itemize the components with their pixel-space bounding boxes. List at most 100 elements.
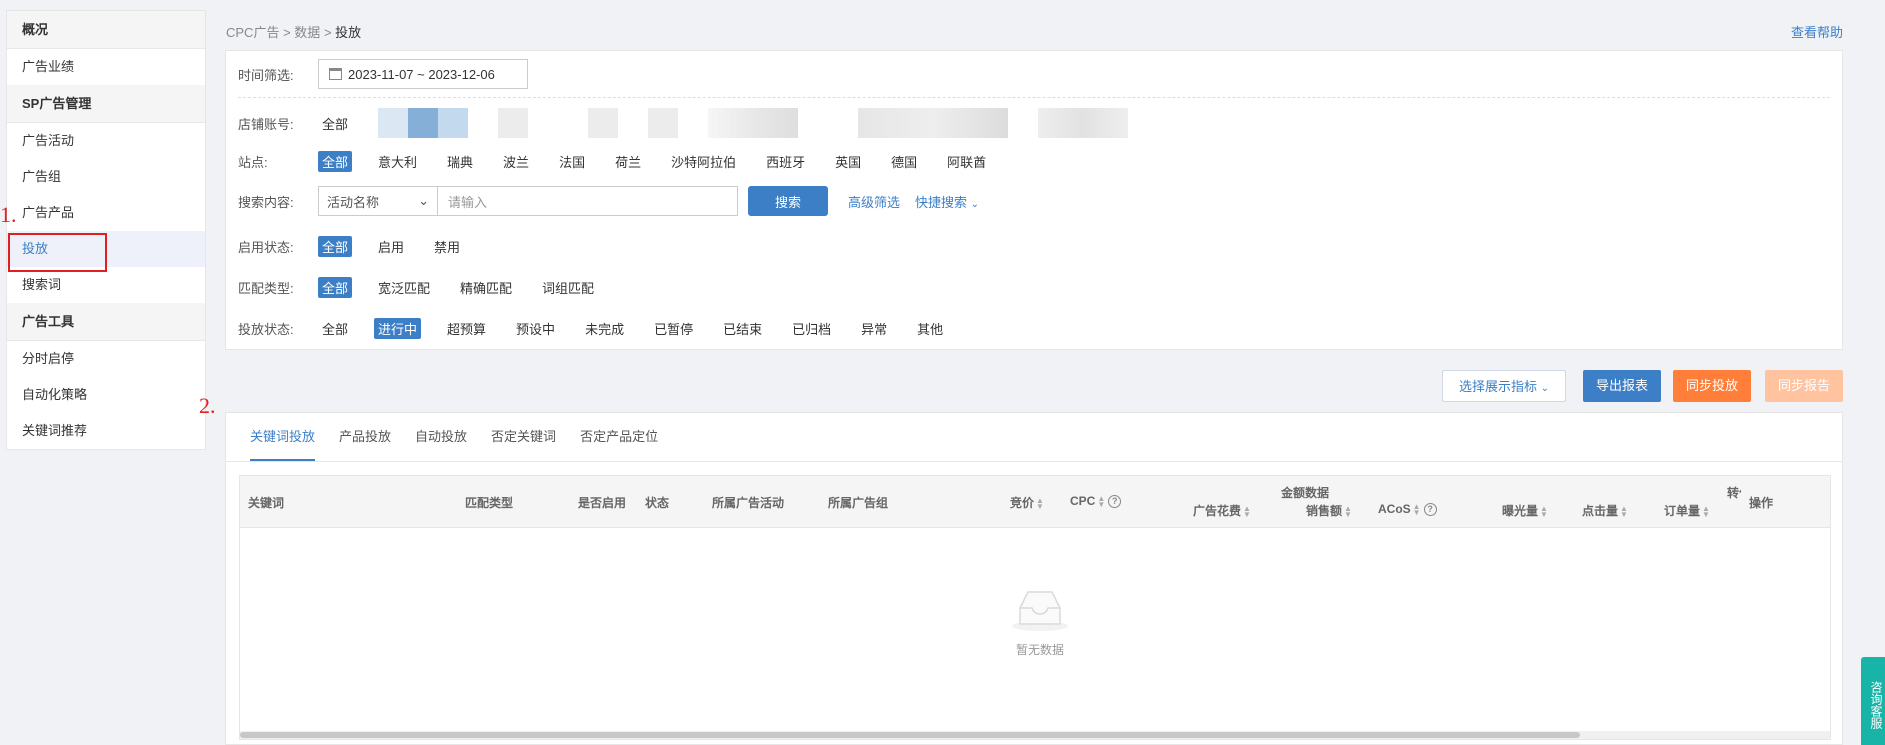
sync-report-button[interactable]: 同步报告 (1765, 370, 1843, 402)
col-sales-label: 销售额 (1306, 504, 1343, 518)
sidebar-item-keyword-recommend[interactable]: 关键词推荐 (7, 413, 205, 449)
help-icon[interactable]: ? (1108, 495, 1122, 509)
status-option-running[interactable]: 进行中 (374, 318, 422, 339)
status-option-ended[interactable]: 已结束 (719, 318, 766, 339)
tab-negative-keywords[interactable]: 否定关键词 (491, 413, 556, 461)
date-range-picker[interactable]: 2023-11-07 ~ 2023-12-06 (318, 59, 528, 89)
scrollbar-thumb[interactable] (240, 732, 1580, 738)
status-option-incomplete[interactable]: 未完成 (581, 318, 628, 339)
store-account-redacted[interactable] (498, 108, 529, 138)
sync-targeting-button[interactable]: 同步投放 (1673, 370, 1751, 402)
status-option-archived[interactable]: 已归档 (788, 318, 835, 339)
match-option-all[interactable]: 全部 (318, 277, 353, 298)
sidebar-item-ad-groups[interactable]: 广告组 (7, 159, 205, 195)
site-option-sweden[interactable]: 瑞典 (443, 151, 477, 172)
store-account-redacted[interactable] (408, 108, 439, 138)
site-option-all[interactable]: 全部 (318, 151, 353, 172)
store-account-redacted[interactable] (858, 108, 1009, 138)
export-report-button[interactable]: 导出报表 (1583, 370, 1661, 402)
sort-icon: ▲ ▼ (1620, 503, 1628, 519)
col-acos[interactable]: ACoS ▲ ▼? (1378, 502, 1437, 517)
store-account-redacted[interactable] (648, 108, 679, 138)
col-cpc[interactable]: CPC ▲ ▼? (1070, 493, 1122, 509)
status-option-all[interactable]: 全部 (318, 318, 352, 339)
sidebar-item-dayparting[interactable]: 分时启停 (7, 341, 205, 377)
search-label: 搜索内容: (238, 194, 294, 210)
site-option-poland[interactable]: 波兰 (499, 151, 533, 172)
site-option-uk[interactable]: 英国 (831, 151, 865, 172)
breadcrumb-cpc[interactable]: CPC广告 (226, 25, 279, 40)
sidebar-item-ad-performance[interactable]: 广告业绩 (7, 49, 205, 85)
sidebar-group-ad-tools: 广告工具 (7, 303, 205, 341)
site-option-italy[interactable]: 意大利 (374, 151, 421, 172)
match-option-phrase[interactable]: 词组匹配 (538, 277, 598, 298)
targeting-panel: 关键词投放 产品投放 自动投放 否定关键词 否定产品定位 关键词 匹配类型 是否… (225, 412, 1843, 745)
targeting-table: 关键词 匹配类型 是否启用 状态 所属广告活动 所属广告组 竞价 ▲ ▼ CPC ▲ ▼… (239, 475, 1831, 740)
store-account-redacted[interactable] (588, 108, 619, 138)
tab-product-targeting[interactable]: 产品投放 (339, 413, 391, 461)
search-row: 搜索内容: 活动名称 ⌄ 请输入 搜索 高级筛选 快捷搜索 ⌄ (238, 186, 979, 216)
status-option-scheduled[interactable]: 预设中 (512, 318, 559, 339)
empty-state-text: 暂无数据 (1015, 643, 1064, 657)
help-link[interactable]: 查看帮助 (1791, 22, 1843, 41)
status-filter-label: 投放状态: (238, 322, 294, 337)
tab-keyword-targeting[interactable]: 关键词投放 (250, 413, 316, 461)
help-icon[interactable]: ? (1423, 503, 1437, 517)
site-option-netherlands[interactable]: 荷兰 (611, 151, 645, 172)
site-option-spain[interactable]: 西班牙 (762, 151, 809, 172)
site-filter-row: 站点: 全部 意大利 瑞典 波兰 法国 荷兰 沙特阿拉伯 西班牙 英国 德国 阿… (238, 151, 1012, 172)
tab-auto-targeting[interactable]: 自动投放 (415, 413, 467, 461)
status-option-paused[interactable]: 已暂停 (650, 318, 697, 339)
store-account-redacted[interactable] (438, 108, 469, 138)
search-button[interactable]: 搜索 (748, 186, 828, 216)
col-sales[interactable]: 销售额 ▲ ▼ (1306, 502, 1352, 519)
col-acos-label: ACoS (1378, 502, 1411, 516)
sidebar-item-ad-products[interactable]: 广告产品 (7, 195, 205, 231)
col-orders[interactable]: 订单量 ▲ ▼ (1664, 502, 1710, 519)
enable-option-enabled[interactable]: 启用 (374, 236, 408, 257)
col-clicks[interactable]: 点击量 ▲ ▼ (1582, 502, 1628, 519)
tab-negative-product[interactable]: 否定产品定位 (580, 413, 658, 461)
enable-option-all[interactable]: 全部 (318, 236, 353, 257)
site-option-france[interactable]: 法国 (555, 151, 589, 172)
search-input[interactable]: 请输入 (438, 186, 738, 216)
match-option-exact[interactable]: 精确匹配 (456, 277, 516, 298)
col-status: 状态 (645, 496, 670, 510)
enable-option-disabled[interactable]: 禁用 (430, 236, 464, 257)
col-ad-group: 所属广告组 (828, 496, 889, 510)
store-account-redacted[interactable] (708, 108, 799, 138)
match-option-broad[interactable]: 宽泛匹配 (374, 277, 434, 298)
annotation-number-2: 2. (199, 393, 216, 418)
col-orders-label: 订单量 (1664, 504, 1701, 518)
sidebar-item-campaigns[interactable]: 广告活动 (7, 123, 205, 159)
store-account-redacted[interactable] (1038, 108, 1129, 138)
col-spend[interactable]: 广告花费 ▲ ▼ (1193, 502, 1251, 519)
col-bid[interactable]: 竞价 ▲ ▼ (1010, 494, 1044, 511)
search-placeholder: 请输入 (448, 194, 488, 210)
site-option-uae[interactable]: 阿联酋 (943, 151, 990, 172)
status-option-abnormal[interactable]: 异常 (857, 318, 891, 339)
quick-search-link[interactable]: 快捷搜索 ⌄ (915, 192, 979, 211)
status-option-over-budget[interactable]: 超预算 (443, 318, 490, 339)
col-impressions[interactable]: 曝光量 ▲ ▼ (1502, 502, 1548, 519)
col-match-type: 匹配类型 (465, 496, 514, 510)
sidebar-item-search-terms[interactable]: 搜索词 (7, 267, 205, 303)
horizontal-scrollbar[interactable] (240, 731, 1830, 739)
site-option-saudi[interactable]: 沙特阿拉伯 (667, 151, 740, 172)
store-account-redacted[interactable] (378, 108, 409, 138)
site-option-germany[interactable]: 德国 (887, 151, 921, 172)
breadcrumb-separator: > (283, 25, 291, 40)
advanced-filter-link[interactable]: 高级筛选 (848, 192, 900, 211)
status-option-other[interactable]: 其他 (913, 318, 947, 339)
sort-icon: ▲ ▼ (1097, 493, 1106, 509)
breadcrumb-data[interactable]: 数据 (294, 25, 320, 40)
store-option-all[interactable]: 全部 (318, 113, 352, 134)
col-enabled: 是否启用 (578, 496, 627, 510)
select-metrics-button[interactable]: 选择展示指标 ⌄ (1442, 370, 1566, 402)
sidebar-item-automation[interactable]: 自动化策略 (7, 377, 205, 413)
sort-icon: ▲ ▼ (1540, 503, 1548, 519)
breadcrumb-current: 投放 (335, 25, 362, 40)
search-field-select[interactable]: 活动名称 ⌄ (318, 186, 438, 216)
customer-service-button[interactable]: 咨询客服 (1861, 657, 1885, 745)
breadcrumb-separator: > (323, 25, 332, 40)
